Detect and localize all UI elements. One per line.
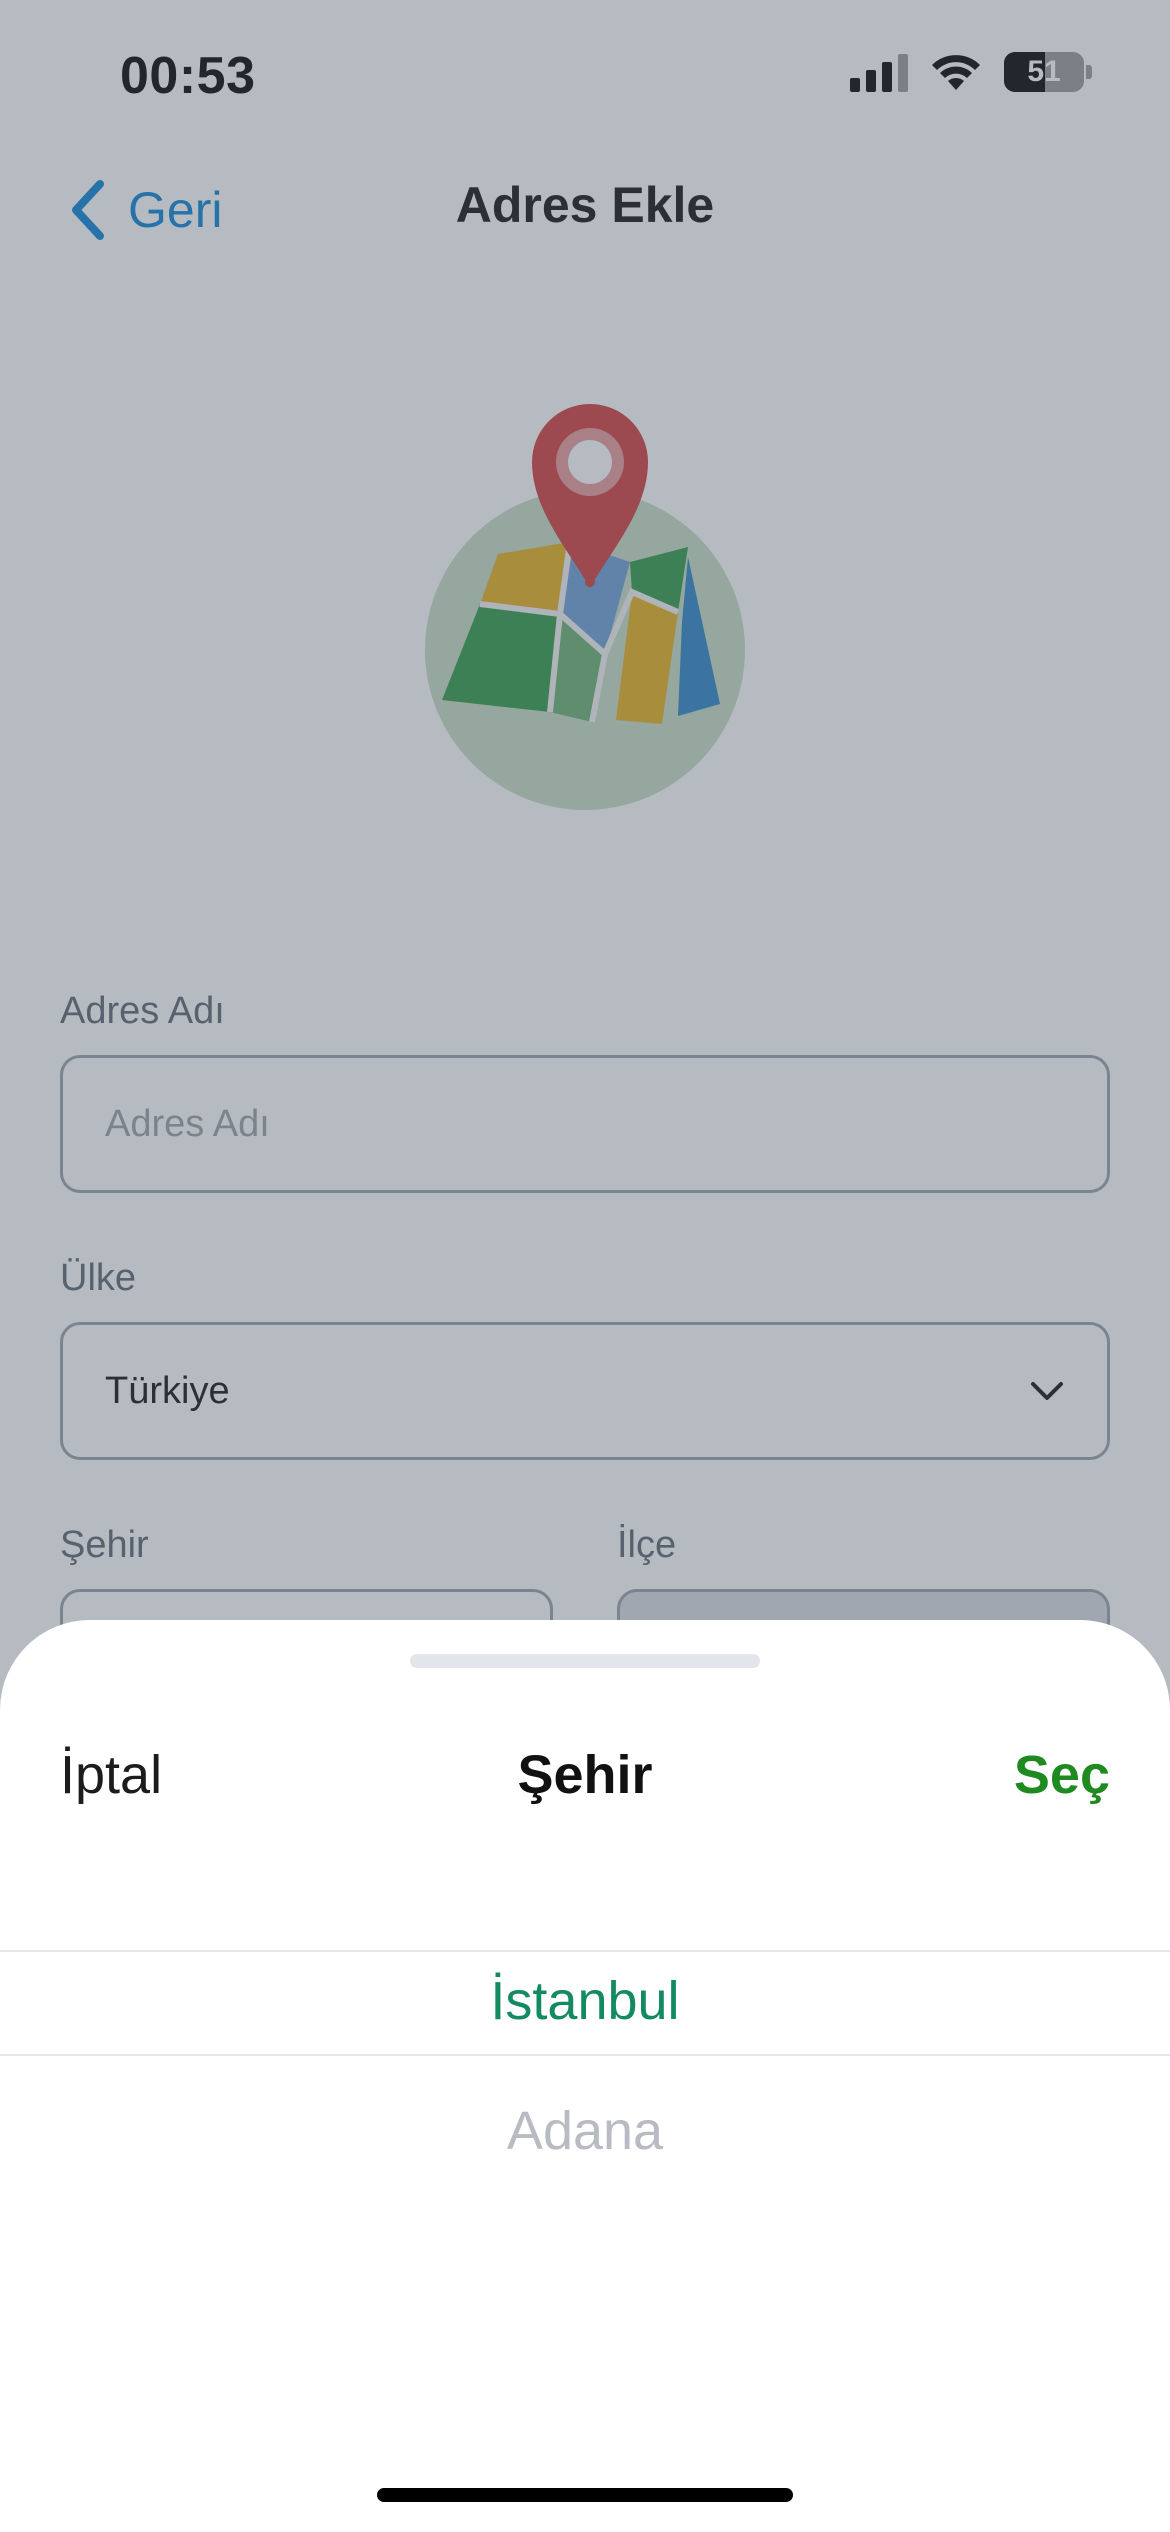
sheet-grabber[interactable]	[410, 1654, 760, 1668]
confirm-button[interactable]: Seç	[1014, 1744, 1110, 1806]
city-picker-sheet: İptal Şehir Seç İstanbul Adana	[0, 1620, 1170, 2532]
city-picker-wheel[interactable]: İstanbul Adana	[0, 1950, 1170, 2390]
picker-divider	[0, 1950, 1170, 1952]
picker-divider	[0, 2054, 1170, 2056]
sheet-title: Şehir	[517, 1745, 653, 1805]
sheet-header: İptal Şehir Seç	[0, 1720, 1170, 1840]
picker-option[interactable]: Adana	[0, 2100, 1170, 2162]
picker-option-selected[interactable]: İstanbul	[0, 1970, 1170, 2032]
home-indicator[interactable]	[377, 2488, 793, 2502]
